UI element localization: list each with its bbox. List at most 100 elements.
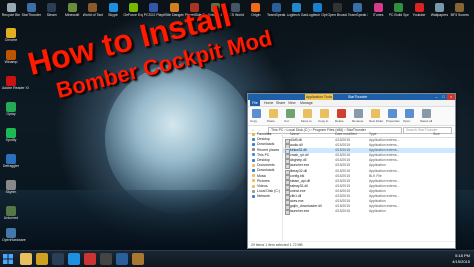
ribbon-button-icon[interactable] bbox=[405, 109, 414, 118]
desktop-shortcut[interactable]: Open Broadcaster bbox=[327, 2, 347, 17]
desktop-shortcut[interactable]: Gplay bbox=[2, 102, 20, 116]
file-date: 4/15/2015 bbox=[335, 209, 351, 214]
desktop-shortcut[interactable]: PC Build Spreadsheet bbox=[389, 2, 409, 17]
ribbon-toolbar: Copy Paste Cut Move to Copy to Delete Rename Ne… bbox=[248, 107, 455, 126]
desktop-shortcut[interactable]: Wallpapers bbox=[429, 2, 449, 17]
navigation-pane: Favorites Desktop Downloads Recent places Th… bbox=[248, 132, 283, 242]
desktop-shortcut[interactable]: Skype bbox=[103, 2, 123, 17]
shortcut-label: Skyrim bbox=[5, 190, 17, 194]
nav-item-label: Pictures bbox=[257, 178, 270, 183]
folder-icon bbox=[252, 158, 255, 162]
desktop-shortcut[interactable]: Defraggler bbox=[2, 154, 20, 168]
file-rows: d3d9.dll 4/15/2015 Application extens... au… bbox=[283, 138, 455, 216]
shortcut-label: Skype bbox=[108, 13, 118, 17]
ribbon-tab[interactable]: Manage bbox=[300, 100, 313, 106]
folder-icon bbox=[252, 132, 255, 136]
desktop-shortcut[interactable]: Unturned bbox=[2, 206, 20, 220]
shortcut-label: Youtube bbox=[412, 13, 426, 17]
desktop-shortcut[interactable]: iTunes bbox=[368, 2, 388, 17]
desktop-shortcut[interactable]: Steam bbox=[42, 2, 62, 17]
taskbar-app-skype[interactable] bbox=[68, 253, 80, 265]
file-type: Application bbox=[369, 209, 386, 214]
shortcut-icon bbox=[292, 3, 302, 12]
desktop-shortcut[interactable]: Youtube bbox=[409, 2, 429, 17]
ribbon-button-icon[interactable] bbox=[422, 109, 431, 118]
desktop-shortcut[interactable]: Origin bbox=[246, 2, 266, 17]
ribbon-button-label: Copy to bbox=[318, 119, 329, 123]
file-row[interactable]: launcher.exe 4/15/2015 Application bbox=[283, 209, 455, 216]
system-clock[interactable]: 5:18 PM 4/15/2015 bbox=[452, 253, 470, 265]
nav-item[interactable]: Network bbox=[248, 194, 282, 199]
ribbon-button-icon[interactable] bbox=[388, 109, 397, 118]
desktop-shortcut[interactable]: OpenHardware bbox=[2, 228, 26, 242]
folder-icon bbox=[252, 163, 255, 167]
file-explorer-window[interactable]: Application Tools StarThunder – □ × File… bbox=[247, 93, 456, 249]
ribbon-button-icon[interactable] bbox=[303, 109, 312, 118]
folder-icon bbox=[252, 195, 255, 199]
shortcut-icon bbox=[6, 28, 16, 38]
taskbar-app-teamspeak[interactable] bbox=[116, 253, 128, 265]
nav-item-label: Desktop bbox=[257, 158, 270, 163]
desktop-shortcut[interactable]: TeamSpeak 3 Client bbox=[348, 2, 368, 17]
shortcut-icon bbox=[6, 180, 16, 190]
shortcut-label: World of Tanks bbox=[82, 13, 103, 17]
column-date[interactable]: Date modified bbox=[335, 132, 357, 137]
column-name[interactable]: Name bbox=[290, 132, 299, 137]
shortcut-icon bbox=[6, 50, 16, 60]
ribbon-button-icon[interactable] bbox=[320, 109, 329, 118]
ribbon-tab[interactable]: View bbox=[288, 100, 296, 106]
file-list: Name Date modified Type Size d3d9.dll 4/1… bbox=[283, 132, 455, 242]
desktop-shortcut[interactable]: BF3 Scores bbox=[450, 2, 470, 17]
ribbon-button-icon[interactable] bbox=[337, 109, 346, 118]
desktop-shortcut[interactable]: Chrome bbox=[2, 28, 20, 42]
taskbar-app-media[interactable] bbox=[84, 253, 96, 265]
shortcut-label: Logitech Gaming bbox=[286, 13, 307, 17]
ribbon-tab[interactable]: Share bbox=[276, 100, 285, 106]
desktop-shortcut[interactable]: World of Tanks bbox=[83, 2, 103, 17]
taskbar-app-explorer[interactable] bbox=[20, 253, 32, 265]
shortcut-label: Gplay bbox=[6, 112, 16, 116]
shortcut-icon bbox=[251, 3, 261, 12]
desktop-shortcut[interactable]: GeForce Experience bbox=[123, 2, 143, 17]
desktop-shortcut[interactable]: TeamSpeak bbox=[266, 2, 286, 17]
desktop-shortcut[interactable]: Winamp bbox=[2, 50, 20, 64]
column-size[interactable]: Size bbox=[433, 132, 440, 137]
ribbon-button-icon[interactable] bbox=[354, 109, 363, 118]
desktop-shortcut[interactable]: Skyrim bbox=[2, 180, 20, 194]
desktop-shortcut[interactable]: Adobe Reader XI bbox=[2, 76, 29, 90]
taskbar-app-game[interactable] bbox=[132, 253, 144, 265]
desktop-shortcut[interactable]: Logitech Options bbox=[307, 2, 327, 17]
shortcut-label: BF3 Scores bbox=[450, 13, 469, 17]
ribbon-button-label: Paste bbox=[267, 119, 275, 123]
ribbon-button-label: Open bbox=[403, 119, 411, 123]
desktop-shortcut[interactable]: Spotify bbox=[2, 128, 20, 142]
shortcut-label: Logitech Options bbox=[307, 13, 327, 17]
shortcut-label: Winamp bbox=[4, 60, 18, 64]
shortcut-icon bbox=[6, 206, 16, 216]
ribbon-button-icon[interactable] bbox=[286, 109, 295, 118]
start-button[interactable] bbox=[2, 253, 14, 265]
nav-item-label: Downloads bbox=[257, 142, 275, 147]
ribbon-button-icon[interactable] bbox=[371, 109, 380, 118]
shortcut-icon bbox=[373, 3, 383, 12]
ribbon-button-label: Cut bbox=[284, 119, 289, 123]
ribbon-button-label: Delete bbox=[335, 119, 344, 123]
shortcut-icon bbox=[455, 3, 465, 12]
desktop-shortcut[interactable]: Recycle Bin bbox=[1, 2, 21, 17]
ribbon-button-icon[interactable] bbox=[252, 109, 261, 118]
shortcut-icon bbox=[414, 3, 424, 12]
ribbon-tab[interactable]: Home bbox=[264, 100, 273, 106]
taskbar-app-chrome[interactable] bbox=[36, 253, 48, 265]
shortcut-label: Chrome bbox=[4, 38, 18, 42]
taskbar-app-steam[interactable] bbox=[52, 253, 64, 265]
shortcut-icon bbox=[353, 3, 363, 12]
desktop-shortcut[interactable]: Minecraft bbox=[62, 2, 82, 17]
ribbon-button-icon[interactable] bbox=[269, 109, 278, 118]
desktop-shortcut[interactable]: StarThunder bbox=[21, 2, 41, 17]
desktop-shortcut[interactable]: Logitech Gaming bbox=[287, 2, 307, 17]
taskbar-app-obs[interactable] bbox=[100, 253, 112, 265]
ribbon-tab[interactable]: File bbox=[250, 100, 260, 106]
column-type[interactable]: Type bbox=[369, 132, 377, 137]
shortcut-icon bbox=[47, 3, 57, 12]
ribbon-button-label: Copy bbox=[250, 119, 258, 123]
